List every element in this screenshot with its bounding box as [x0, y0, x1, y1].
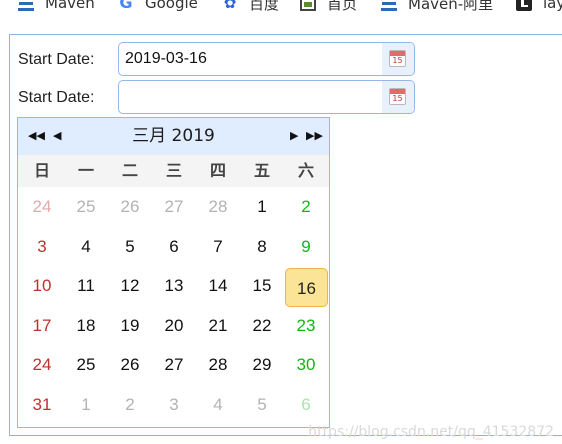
maven-icon: [381, 0, 397, 11]
calendar-day[interactable]: 14: [196, 266, 240, 306]
calendar-week: 31 1 2 3 4 5 6: [20, 385, 328, 425]
home-icon: [300, 0, 316, 11]
bookmark-label: 首页: [327, 0, 358, 13]
start-date-label: Start Date:: [18, 51, 95, 68]
bookmark-baidu[interactable]: ✿ 百度: [222, 0, 279, 13]
calendar-day[interactable]: 5: [240, 385, 284, 425]
start-date-field[interactable]: 2019-03-16: [118, 42, 415, 76]
calendar-day[interactable]: 5: [108, 227, 152, 267]
bookmark-maven-ali[interactable]: Maven-阿里: [381, 0, 493, 13]
calendar-day[interactable]: 25: [64, 345, 108, 385]
weekday-label: 日: [33, 161, 50, 180]
calendar-week: 24 25 26 27 28 1 2: [20, 187, 328, 227]
weekday-header: 日 一 二 三 四 五 六: [18, 155, 329, 187]
calendar-day[interactable]: 27: [152, 345, 196, 385]
bookmark-google[interactable]: G Google: [118, 0, 198, 13]
calendar-day[interactable]: 31: [20, 385, 64, 425]
calendar-day[interactable]: 12: [108, 266, 152, 306]
baidu-icon: ✿: [223, 0, 237, 12]
calendar-day[interactable]: 18: [64, 306, 108, 346]
calendar-day[interactable]: 30: [284, 345, 328, 385]
calendar-popup: ◀◀ ◀ 三月 2019 ▶ ▶▶ 日 一 二 三 四 五 六 24 25 26…: [17, 117, 330, 428]
start-date-label: Start Date:: [18, 89, 95, 106]
calendar-trigger-button[interactable]: [382, 43, 414, 75]
next-month-button[interactable]: ▶: [290, 128, 298, 144]
calendar-day[interactable]: 26: [108, 187, 152, 227]
bookmark-maven[interactable]: Maven: [18, 0, 95, 13]
bookmark-label: lay: [543, 0, 562, 12]
start-date-field-2[interactable]: [118, 80, 415, 114]
calendar-header: ◀◀ ◀ 三月 2019 ▶ ▶▶: [18, 118, 329, 156]
start-date-value[interactable]: 2019-03-16: [125, 43, 207, 75]
google-icon: G: [119, 0, 133, 12]
calendar-day[interactable]: 26: [108, 345, 152, 385]
weekday-label: 四: [209, 161, 226, 180]
calendar-day[interactable]: 19: [108, 306, 152, 346]
calendar-day[interactable]: 3: [20, 227, 64, 267]
calendar-day-selected[interactable]: 16: [284, 266, 328, 307]
calendar-days-grid: 24 25 26 27 28 1 2 3 4 5 6 7 8 9 10 11 1…: [20, 187, 328, 424]
calendar-icon: [389, 50, 406, 67]
maven-icon: [18, 0, 34, 11]
calendar-day[interactable]: 6: [152, 227, 196, 267]
calendar-icon: [389, 88, 406, 105]
layui-icon: [516, 0, 532, 11]
calendar-day[interactable]: 20: [152, 306, 196, 346]
calendar-day[interactable]: 2: [284, 187, 328, 227]
next-year-button[interactable]: ▶▶: [306, 128, 323, 144]
calendar-day[interactable]: 6: [284, 385, 328, 425]
calendar-day[interactable]: 1: [240, 187, 284, 227]
calendar-day[interactable]: 15: [240, 266, 284, 306]
weekday-label: 三: [165, 161, 182, 180]
calendar-week: 17 18 19 20 21 22 23: [20, 306, 328, 346]
calendar-day[interactable]: 8: [240, 227, 284, 267]
calendar-day[interactable]: 28: [196, 187, 240, 227]
calendar-day[interactable]: 1: [64, 385, 108, 425]
calendar-week: 10 11 12 13 14 15 16: [20, 266, 328, 307]
weekday-label: 二: [121, 161, 138, 180]
weekday-label: 六: [297, 161, 314, 180]
calendar-day[interactable]: 21: [196, 306, 240, 346]
calendar-month-title[interactable]: 三月 2019: [18, 126, 329, 146]
bookmark-label: Google: [145, 0, 198, 12]
watermark-text: https://blog.csdn.net/qq_41532872: [308, 424, 554, 440]
calendar-day[interactable]: 10: [20, 266, 64, 306]
calendar-day[interactable]: 13: [152, 266, 196, 306]
selected-day-label: 16: [285, 268, 328, 307]
weekday-label: 五: [253, 161, 270, 180]
calendar-day[interactable]: 24: [20, 345, 64, 385]
calendar-day[interactable]: 23: [284, 306, 328, 346]
calendar-week: 3 4 5 6 7 8 9: [20, 227, 328, 267]
bookmark-label: 百度: [249, 0, 280, 13]
calendar-week: 24 25 26 27 28 29 30: [20, 345, 328, 385]
calendar-day[interactable]: 17: [20, 306, 64, 346]
bookmark-layui[interactable]: lay: [516, 0, 562, 13]
calendar-day[interactable]: 4: [64, 227, 108, 267]
calendar-day[interactable]: 11: [64, 266, 108, 306]
bookmark-label: Maven-阿里: [408, 0, 494, 13]
bookmarks-bar: Maven G Google ✿ 百度 首页 Maven-阿里 lay: [0, 0, 562, 14]
calendar-day[interactable]: 7: [196, 227, 240, 267]
calendar-day[interactable]: 25: [64, 187, 108, 227]
calendar-day[interactable]: 4: [196, 385, 240, 425]
bookmark-home[interactable]: 首页: [300, 0, 357, 13]
calendar-day[interactable]: 24: [20, 187, 64, 227]
bookmark-label: Maven: [45, 0, 95, 12]
calendar-day[interactable]: 9: [284, 227, 328, 267]
calendar-day[interactable]: 28: [196, 345, 240, 385]
calendar-trigger-button[interactable]: [382, 81, 414, 113]
calendar-day[interactable]: 22: [240, 306, 284, 346]
calendar-day[interactable]: 3: [152, 385, 196, 425]
calendar-day[interactable]: 29: [240, 345, 284, 385]
weekday-label: 一: [77, 161, 94, 180]
calendar-day[interactable]: 27: [152, 187, 196, 227]
calendar-day[interactable]: 2: [108, 385, 152, 425]
